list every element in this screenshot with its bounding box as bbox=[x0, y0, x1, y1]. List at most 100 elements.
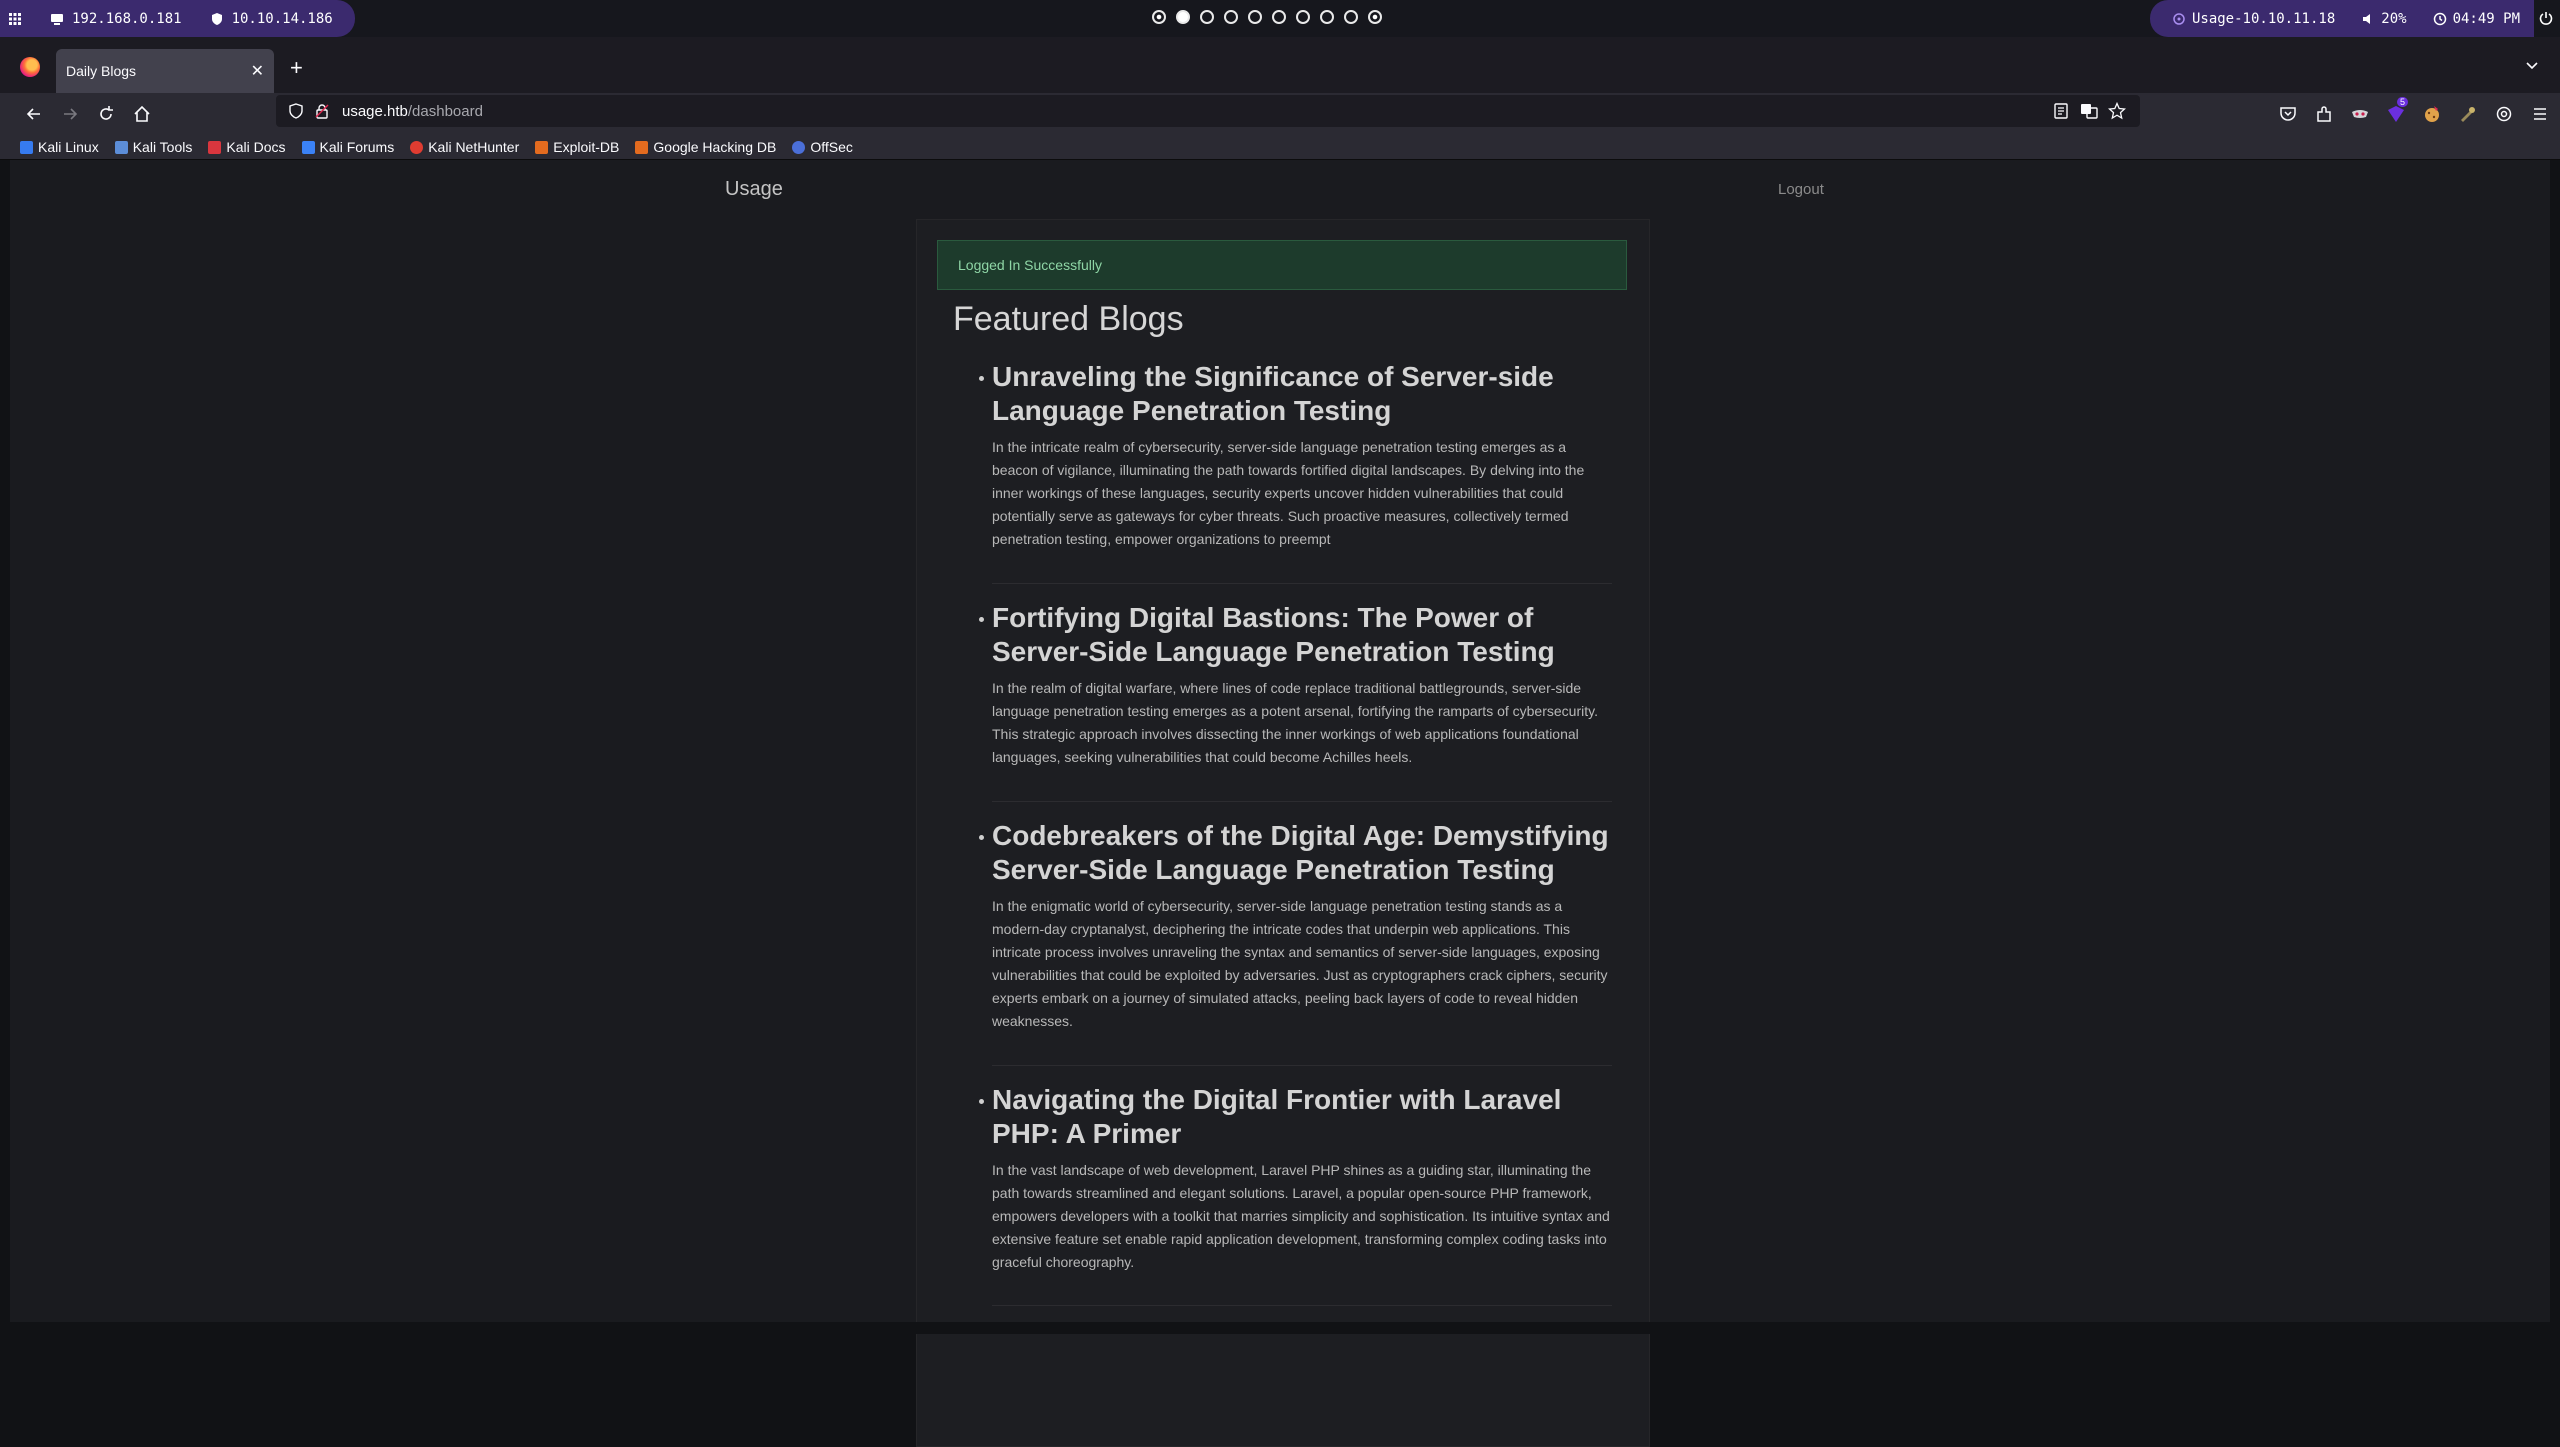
content-card: Logged In Successfully Featured Blogs Un… bbox=[916, 219, 1650, 1447]
apps-menu[interactable] bbox=[8, 12, 22, 26]
volume-text: 20% bbox=[2381, 10, 2407, 27]
post-title: Fortifying Digital Bastions: The Power o… bbox=[979, 601, 1612, 669]
bookmark-star-icon[interactable] bbox=[2108, 102, 2126, 120]
workspace-5[interactable] bbox=[1248, 10, 1262, 24]
network-panel: 192.168.0.181 10.10.14.186 bbox=[0, 0, 355, 37]
wappalyzer-icon bbox=[2388, 106, 2404, 122]
page-title: Featured Blogs bbox=[953, 300, 1184, 338]
post-body: In the intricate realm of cybersecurity,… bbox=[992, 439, 1585, 547]
hacktools-icon[interactable] bbox=[2458, 104, 2478, 124]
target-host: Usage-10.10.11.18 bbox=[2172, 11, 2335, 27]
bookmarks-toolbar: Kali Linux Kali Tools Kali Docs Kali For… bbox=[0, 135, 2560, 160]
logout-link[interactable]: Logout bbox=[1778, 181, 1824, 198]
url-actions bbox=[2052, 102, 2126, 120]
home-icon[interactable] bbox=[132, 104, 152, 124]
workspace-3[interactable] bbox=[1200, 10, 1214, 24]
workspace-9[interactable] bbox=[1344, 10, 1358, 24]
settings-gear-icon[interactable] bbox=[2494, 104, 2514, 124]
kali-icon bbox=[20, 140, 33, 154]
url-path: /dashboard bbox=[407, 102, 483, 120]
ghdb-icon bbox=[635, 140, 649, 154]
extension-badge: 5 bbox=[2397, 97, 2409, 107]
clock: 04:49 PM bbox=[2433, 11, 2520, 27]
lock-icon[interactable] bbox=[314, 103, 330, 119]
new-tab-icon[interactable]: + bbox=[290, 57, 303, 79]
blog-list: Unraveling the Significance of Server-si… bbox=[979, 360, 1612, 1306]
bookmark-kali-forums[interactable]: Kali Forums bbox=[301, 139, 395, 155]
bookmark-label: Kali Forums bbox=[319, 139, 395, 155]
reader-view-icon[interactable] bbox=[2052, 102, 2070, 120]
url-bar[interactable]: usage.htb/dashboard bbox=[276, 95, 2140, 127]
power-icon[interactable] bbox=[2538, 10, 2554, 26]
post-title: Unraveling the Significance of Server-si… bbox=[979, 360, 1612, 428]
firefox-icon bbox=[20, 57, 40, 77]
local-ip: 192.168.0.181 bbox=[50, 11, 182, 27]
foxyproxy-icon[interactable] bbox=[2350, 104, 2370, 124]
site-brand[interactable]: Usage bbox=[725, 178, 783, 201]
workspace-2[interactable] bbox=[1176, 10, 1190, 24]
system-top-bar: 192.168.0.181 10.10.14.186 Usage-10.10.1… bbox=[0, 0, 2560, 37]
workspace-8[interactable] bbox=[1320, 10, 1334, 24]
nethunter-icon bbox=[410, 140, 424, 154]
post-body: In the vast landscape of web development… bbox=[992, 1162, 1610, 1270]
bookmark-kali-tools[interactable]: Kali Tools bbox=[114, 139, 192, 155]
bookmark-label: OffSec bbox=[810, 139, 853, 155]
vpn-ip: 10.10.14.186 bbox=[210, 11, 333, 27]
tab-daily-blogs[interactable]: Daily Blogs ✕ bbox=[56, 49, 274, 93]
bookmark-label: Exploit-DB bbox=[553, 139, 620, 155]
list-item: Navigating the Digital Frontier with Lar… bbox=[979, 1066, 1612, 1306]
clock-text: 04:49 PM bbox=[2452, 10, 2520, 27]
toolbar-right: 5 bbox=[2278, 97, 2550, 129]
page-viewport: Usage Logout Logged In Successfully Feat… bbox=[10, 160, 2550, 1447]
list-all-tabs-icon[interactable] bbox=[2524, 57, 2540, 73]
hamburger-menu-icon[interactable] bbox=[2530, 104, 2550, 124]
bookmark-kali-linux[interactable]: Kali Linux bbox=[20, 139, 99, 155]
shield-icon bbox=[211, 12, 222, 25]
post-title: Codebreakers of the Digital Age: Demysti… bbox=[979, 819, 1612, 887]
workspace-1[interactable] bbox=[1152, 10, 1166, 24]
url-host: usage.htb bbox=[342, 102, 408, 120]
extensions-icon[interactable] bbox=[2314, 104, 2334, 124]
bookmark-label: Google Hacking DB bbox=[653, 139, 777, 155]
tracking-protection-icon[interactable] bbox=[288, 103, 304, 119]
volume-indicator[interactable]: 20% bbox=[2361, 10, 2407, 27]
bookmark-kali-nethunter[interactable]: Kali NetHunter bbox=[410, 139, 519, 155]
cookie-editor-icon[interactable] bbox=[2422, 104, 2442, 124]
list-item: Fortifying Digital Bastions: The Power o… bbox=[979, 584, 1612, 802]
kali-tools-icon bbox=[114, 140, 128, 154]
navigation-toolbar: usage.htb/dashboard 5 bbox=[0, 93, 2560, 135]
workspace-10[interactable] bbox=[1368, 10, 1382, 24]
workspace-switcher bbox=[1152, 10, 1382, 24]
clock-icon bbox=[2433, 12, 2446, 25]
tab-title: Daily Blogs bbox=[66, 63, 137, 79]
workspace-4[interactable] bbox=[1224, 10, 1238, 24]
exploit-db-icon bbox=[535, 140, 549, 154]
pocket-icon[interactable] bbox=[2278, 104, 2298, 124]
post-body: In the realm of digital warfare, where l… bbox=[992, 680, 1598, 765]
back-icon[interactable] bbox=[24, 104, 44, 124]
reload-icon[interactable] bbox=[96, 104, 116, 124]
wappalyzer-extension[interactable]: 5 bbox=[2386, 97, 2409, 129]
bookmark-kali-docs[interactable]: Kali Docs bbox=[208, 139, 286, 155]
translate-icon[interactable] bbox=[2080, 102, 2098, 120]
site-navbar: Usage Logout bbox=[10, 160, 2550, 216]
kali-forums-icon bbox=[301, 140, 315, 154]
monitor-icon bbox=[51, 13, 63, 25]
post-title: Navigating the Digital Frontier with Lar… bbox=[979, 1083, 1612, 1151]
local-ip-text: 192.168.0.181 bbox=[72, 10, 182, 27]
post-body: In the enigmatic world of cybersecurity,… bbox=[992, 898, 1608, 1029]
workspace-7[interactable] bbox=[1296, 10, 1310, 24]
browser-tab-bar: Daily Blogs ✕ + bbox=[0, 37, 2560, 93]
apps-grid-icon bbox=[9, 12, 21, 25]
list-item: Unraveling the Significance of Server-si… bbox=[979, 360, 1612, 584]
bookmark-label: Kali Docs bbox=[226, 139, 286, 155]
desktop-bottom-edge bbox=[0, 1322, 2560, 1334]
bookmark-label: Kali NetHunter bbox=[428, 139, 520, 155]
forward-icon[interactable] bbox=[60, 104, 80, 124]
tab-close-icon[interactable]: ✕ bbox=[251, 61, 264, 81]
bookmark-exploit-db[interactable]: Exploit-DB bbox=[535, 139, 619, 155]
bookmark-offsec[interactable]: OffSec bbox=[792, 139, 853, 155]
success-alert: Logged In Successfully bbox=[937, 240, 1627, 290]
bookmark-google-hacking-db[interactable]: Google Hacking DB bbox=[635, 139, 776, 155]
workspace-6[interactable] bbox=[1272, 10, 1286, 24]
